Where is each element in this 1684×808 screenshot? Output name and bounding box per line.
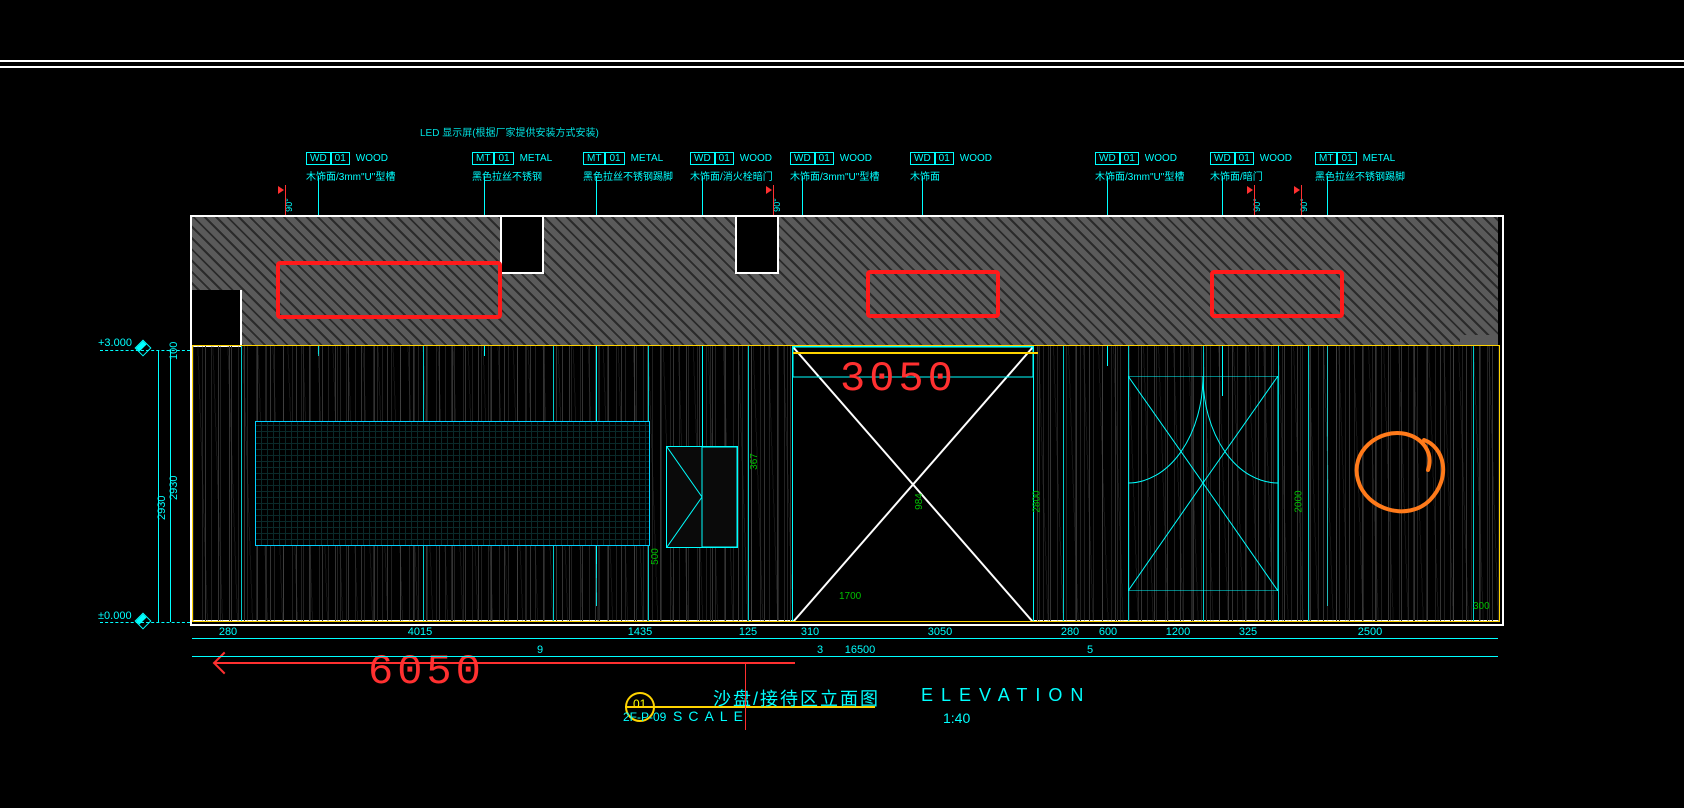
markup-dim-3050: 3050 [840, 355, 957, 403]
dim: 600 [1099, 626, 1117, 638]
lbl-wd01-1: WD01WOOD [306, 152, 388, 165]
sub-1: 木饰面/3mm"U"型槽 [306, 168, 395, 183]
markup-rect [866, 270, 1000, 318]
title-sheet: 2F-P-09 [623, 710, 666, 724]
dim: 1435 [628, 626, 652, 638]
dim-cab-w: 367 [749, 453, 760, 470]
section-triangle [1247, 186, 1253, 194]
lbl-mt01-2: MT01METAL [583, 152, 663, 165]
lbl-mt01-3: MT01METAL [1315, 152, 1395, 165]
dim-cab-h2: 984 [914, 493, 925, 510]
lbl-wd01-5: WD01WOOD [1095, 152, 1177, 165]
door-arc-icon [1128, 376, 1278, 591]
cad-viewport[interactable]: LED 显示屏(根据厂家提供安装方式安装) WD01WOOD 木饰面/3mm"U… [0, 0, 1684, 808]
level-marker-icon [135, 340, 152, 357]
sub-5: 木饰面/3mm"U"型槽 [790, 168, 879, 183]
level-bottom: ±0.000 [98, 610, 132, 622]
dim-opening-h: 2800 [1032, 490, 1043, 512]
dim: 9 [537, 644, 543, 656]
dim: 3 [817, 644, 823, 656]
sub-9: 黑色拉丝不锈钢踢脚 [1315, 168, 1405, 183]
dim: 4015 [408, 626, 432, 638]
lbl-wd01-6: WD01WOOD [1210, 152, 1292, 165]
note-led: LED 显示屏(根据厂家提供安装方式安装) [420, 124, 599, 139]
sub-2: 黑色拉丝不锈钢 [472, 168, 542, 183]
sub-7: 木饰面/3mm"U"型槽 [1095, 168, 1184, 183]
dim3050-line [793, 352, 1038, 354]
cabinet-x-icon [667, 447, 737, 547]
dim: 310 [801, 626, 819, 638]
dim-h-main: 2930 [168, 476, 180, 500]
double-door [1128, 376, 1278, 591]
dim: 2500 [1358, 626, 1382, 638]
markup-rect [276, 261, 502, 319]
lbl-wd01-4: WD01WOOD [910, 152, 992, 165]
ceiling-recess [735, 217, 779, 274]
scale-label: SCALE [673, 708, 749, 724]
ceiling-step [192, 290, 242, 347]
dim-led-w: 500 [650, 548, 661, 565]
dim-row-1 [192, 638, 1498, 639]
dim: 1200 [1166, 626, 1190, 638]
sub-6: 木饰面 [910, 168, 940, 183]
level-top: +3.000 [98, 337, 132, 349]
top-ruler [0, 60, 1684, 68]
dim6050-line [215, 662, 795, 664]
title-num: 01 [633, 697, 646, 711]
dim-door-h: 2000 [1294, 490, 1305, 512]
section-triangle [1294, 186, 1300, 194]
scale-value: 1:40 [943, 710, 970, 726]
dim: 280 [219, 626, 237, 638]
dim-row-2 [192, 656, 1498, 657]
dim: 16500 [845, 644, 876, 656]
section-triangle [278, 186, 284, 194]
section-marker [745, 662, 746, 730]
markup-rect [1210, 270, 1344, 318]
markup-circle [1344, 422, 1454, 527]
dim-h-top: 100 [168, 342, 180, 360]
level-line [100, 622, 190, 623]
lbl-wd01-3: WD01WOOD [790, 152, 872, 165]
dim-h-total: 2930 [156, 496, 168, 520]
ceiling-recess [500, 217, 544, 274]
section-triangle [766, 186, 772, 194]
lbl-mt01-1: MT01METAL [472, 152, 552, 165]
level-marker-icon [135, 613, 152, 630]
dim: 280 [1061, 626, 1079, 638]
dim: 5 [1087, 644, 1093, 656]
lbl-wd01-2: WD01WOOD [690, 152, 772, 165]
dim-v-line [158, 350, 159, 622]
dim: 3050 [928, 626, 952, 638]
dim-door-bot: 300 [1473, 601, 1490, 612]
sub-8: 木饰面/暗门 [1210, 168, 1263, 183]
dim-cab-below: 1700 [839, 591, 861, 602]
fire-cabinet-door [666, 446, 738, 548]
dim: 125 [739, 626, 757, 638]
led-screen [255, 421, 650, 546]
dim: 325 [1239, 626, 1257, 638]
title-en: ELEVATION [921, 685, 1091, 706]
